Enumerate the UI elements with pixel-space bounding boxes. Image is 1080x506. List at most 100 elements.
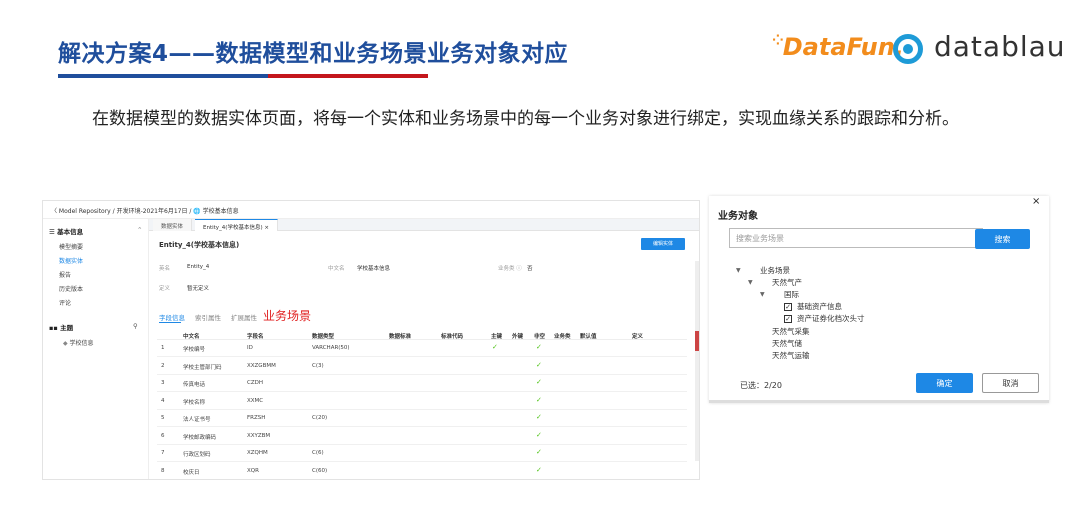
table-row[interactable] bbox=[157, 445, 687, 462]
search-icon: ⚲ bbox=[133, 322, 138, 330]
cell-field-name: ID bbox=[247, 345, 253, 351]
notnull-check-icon: ✓ bbox=[536, 448, 542, 456]
entity-icon: ◆ bbox=[63, 340, 68, 347]
caret-down-icon[interactable]: ▼ bbox=[748, 279, 753, 286]
caret-down-icon[interactable]: ▼ bbox=[736, 267, 741, 274]
table-row[interactable] bbox=[157, 358, 687, 375]
col-notnull: 非空 bbox=[534, 334, 546, 340]
biz-class-label: 业务类 ⓘ bbox=[498, 266, 522, 272]
sidebar: ☰ 基本信息 ⌃ 模型摘要 数据实体 报告 历史版本 评论 ▪▪ 主题 ⚲ ◆ 学校… bbox=[43, 219, 149, 479]
cell-cn-name: 行政区划码 bbox=[183, 452, 211, 458]
tree-leaf-2[interactable]: 资产证券化档次头寸 bbox=[797, 313, 865, 324]
datafun-dots-icon: ⁘ bbox=[772, 33, 784, 49]
tab-entity-4[interactable]: Entity_4(学校基本信息) × bbox=[195, 219, 278, 231]
cell-cn-name: 学校名称 bbox=[183, 399, 206, 406]
sidebar-item-comments[interactable]: 评论 bbox=[59, 298, 71, 307]
cell-field-name: XXZGBMM bbox=[247, 362, 276, 369]
checkbox-checked-icon[interactable]: ✓ bbox=[784, 303, 792, 311]
title-underline-red bbox=[268, 74, 428, 78]
checkbox-checked-icon[interactable]: ✓ bbox=[784, 315, 792, 323]
tree-node-level1[interactable]: 天然气产 bbox=[772, 277, 802, 288]
datafun-logo-text: DataFun. bbox=[782, 33, 904, 61]
tab-bar: 数据实体 Entity_4(学校基本信息) × bbox=[149, 219, 699, 231]
sidebar-theme-item[interactable]: ◆ 学校信息 bbox=[63, 338, 94, 347]
scrollbar[interactable] bbox=[695, 261, 699, 461]
tree-node-level2[interactable]: 国际 bbox=[784, 289, 799, 300]
sidebar-item-data-entity[interactable]: 数据实体 bbox=[59, 256, 83, 265]
table-row[interactable] bbox=[157, 410, 687, 427]
cell-field-name: XXMC bbox=[247, 397, 264, 404]
sidebar-item-report[interactable]: 报告 bbox=[59, 270, 71, 279]
col-fk: 外键 bbox=[512, 334, 524, 340]
notnull-check-icon: ✓ bbox=[536, 465, 542, 474]
caret-down-icon[interactable]: ▼ bbox=[760, 291, 765, 298]
col-data-type: 数据类型 bbox=[312, 334, 335, 340]
grid-icon: ▪▪ bbox=[49, 324, 58, 332]
close-icon[interactable]: × bbox=[1032, 196, 1040, 207]
cell-field-name: XQR bbox=[247, 467, 259, 474]
edit-entity-button[interactable]: 编辑实体 bbox=[641, 238, 685, 250]
col-biz: 业务类 bbox=[554, 334, 571, 340]
notnull-check-icon: ✓ bbox=[536, 395, 542, 404]
confirm-button[interactable]: 确定 bbox=[916, 373, 973, 393]
cell-field-name: FRZSH bbox=[247, 415, 266, 421]
col-cn-name: 中文名 bbox=[183, 334, 200, 340]
biz-class-value: 否 bbox=[527, 266, 533, 272]
tree-node-other-2[interactable]: 天然气储 bbox=[772, 338, 802, 349]
tree-node-other-1[interactable]: 天然气采集 bbox=[772, 326, 810, 337]
row-number: 7 bbox=[161, 450, 165, 456]
breadcrumb[interactable]: 〈 Model Repository / 开发环境-2021年6月17日 / 🌐… bbox=[43, 201, 699, 219]
dialog-title: 业务对象 bbox=[718, 211, 758, 222]
datablau-logo-icon bbox=[893, 34, 923, 64]
row-number: 2 bbox=[161, 362, 165, 369]
sidebar-theme-header[interactable]: ▪▪ 主题 ⚲ bbox=[49, 322, 138, 332]
cell-cn-name: 学校编号 bbox=[183, 347, 206, 353]
scrollbar-thumb[interactable] bbox=[695, 331, 699, 351]
table-row[interactable] bbox=[157, 428, 687, 445]
cell-data-type: VARCHAR(50) bbox=[312, 345, 350, 351]
tree-root[interactable]: 业务场景 bbox=[760, 265, 790, 276]
title-underline-blue bbox=[58, 74, 268, 78]
cell-cn-name: 学校主管部门码 bbox=[183, 364, 222, 371]
subtab-active-underline bbox=[159, 322, 181, 323]
tab-data-entity[interactable]: 数据实体 bbox=[153, 219, 193, 231]
row-number: 1 bbox=[161, 345, 165, 351]
col-data-standard: 数据标准 bbox=[389, 334, 412, 340]
tree-node-other-3[interactable]: 天然气运输 bbox=[772, 350, 810, 361]
table-row[interactable] bbox=[157, 375, 687, 392]
table-row[interactable] bbox=[157, 340, 687, 357]
cancel-button[interactable]: 取消 bbox=[982, 373, 1039, 393]
cell-data-type: C(60) bbox=[312, 467, 328, 474]
sidebar-item-model-summary[interactable]: 模型摘要 bbox=[59, 242, 83, 251]
notnull-check-icon: ✓ bbox=[536, 413, 542, 421]
notnull-check-icon: ✓ bbox=[536, 343, 542, 351]
row-number: 8 bbox=[161, 467, 165, 474]
subtab-extended[interactable]: 扩展属性 bbox=[231, 312, 257, 322]
pk-check-icon: ✓ bbox=[492, 343, 498, 351]
model-repository-screenshot: 〈 Model Repository / 开发环境-2021年6月17日 / 🌐… bbox=[42, 200, 700, 480]
name-label: 英名 bbox=[159, 266, 171, 272]
row-number: 3 bbox=[161, 380, 165, 386]
sidebar-item-history[interactable]: 历史版本 bbox=[59, 284, 83, 293]
subtab-field-info[interactable]: 字段信息 bbox=[159, 312, 185, 322]
table-row[interactable] bbox=[157, 393, 687, 410]
definition-value: 暂无定义 bbox=[187, 286, 210, 292]
cell-cn-name: 法人证书号 bbox=[183, 417, 211, 423]
table-row[interactable] bbox=[157, 463, 687, 479]
notnull-check-icon: ✓ bbox=[536, 378, 542, 386]
search-input[interactable] bbox=[729, 228, 983, 248]
cell-data-type: C(6) bbox=[312, 450, 324, 456]
col-field-name: 字段名 bbox=[247, 334, 264, 340]
cell-cn-name: 校庆日 bbox=[183, 469, 200, 476]
sidebar-basic-info[interactable]: ☰ 基本信息 ⌃ bbox=[49, 226, 142, 236]
search-button[interactable]: 搜索 bbox=[975, 229, 1030, 249]
biz-scene-annotation[interactable]: 业务场景 bbox=[263, 307, 311, 324]
subtab-index[interactable]: 索引属性 bbox=[195, 312, 221, 322]
cn-name-label: 中文名 bbox=[328, 266, 345, 272]
datablau-logo-text: datablau bbox=[934, 30, 1066, 63]
datafun-logo: ⁘DataFun. bbox=[772, 33, 904, 61]
selected-count: 已选：2/20 bbox=[740, 381, 782, 390]
cell-field-name: CZDH bbox=[247, 380, 263, 386]
chevron-up-icon: ⌃ bbox=[137, 226, 143, 234]
tree-leaf-1[interactable]: 基础资产信息 bbox=[797, 301, 842, 312]
